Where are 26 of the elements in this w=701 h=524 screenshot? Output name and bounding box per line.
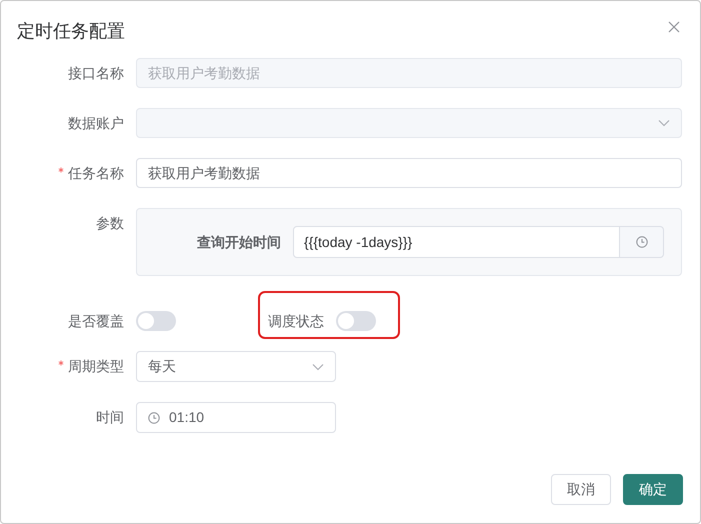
clock-icon [148, 412, 160, 424]
select-field[interactable]: 每天 [136, 351, 336, 382]
cancel-button[interactable]: 取消 [551, 474, 611, 505]
chevron-down-icon [658, 119, 670, 127]
time-value: 01:10 [169, 408, 204, 427]
dialog-title: 定时任务配置 [17, 20, 125, 42]
toggle-switch[interactable] [136, 311, 176, 331]
field-label: 周期类型 [68, 356, 124, 376]
select-value: 每天 [148, 357, 176, 376]
field-label: 是否覆盖 [68, 312, 124, 330]
toggle-switch[interactable] [336, 311, 376, 331]
chevron-down-icon [312, 362, 324, 370]
field-label: 任务名称 [68, 164, 124, 182]
text-input[interactable]: 获取用户考勤数据 [136, 158, 682, 188]
close-icon[interactable] [668, 21, 680, 33]
field-label: 时间 [96, 408, 124, 426]
field-label: 数据账户 [68, 114, 124, 132]
param-label: 查询开始时间 [196, 232, 282, 252]
confirm-button[interactable]: 确定 [623, 474, 683, 505]
field-label: 调度状态 [268, 312, 324, 330]
param-input[interactable]: {{{today -1days}}} [293, 226, 620, 258]
clock-icon [636, 236, 648, 248]
time-picker-button[interactable] [620, 226, 664, 258]
time-input[interactable]: 01:10 [136, 402, 336, 433]
field-label: 接口名称 [68, 64, 124, 82]
field-label: 参数 [96, 214, 124, 232]
